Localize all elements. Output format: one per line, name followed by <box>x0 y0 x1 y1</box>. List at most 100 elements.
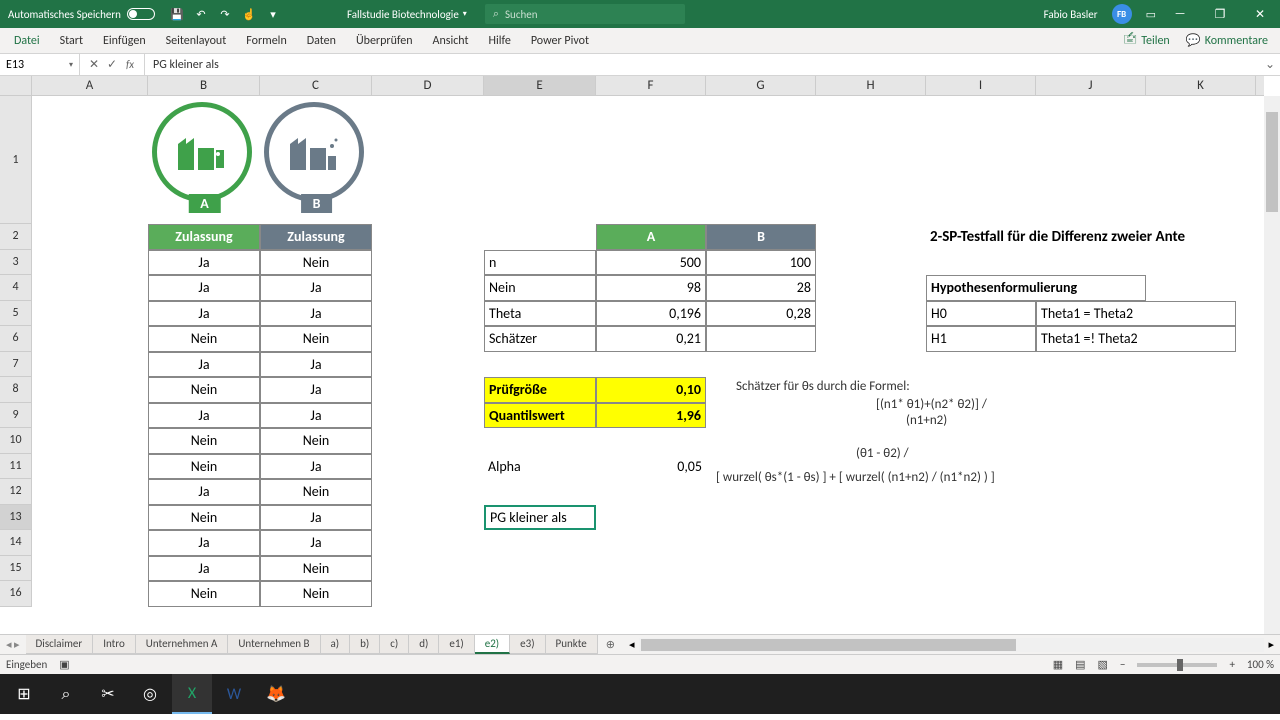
scroll-left-icon[interactable]: ◂ <box>629 638 635 651</box>
table-row[interactable]: Nein <box>148 581 260 607</box>
val[interactable]: 28 <box>706 275 816 301</box>
sheet-tab-e1[interactable]: e1) <box>439 635 474 654</box>
horizontal-scrollbar[interactable] <box>639 638 1265 652</box>
autosave-toggle[interactable]: Automatisches Speichern <box>0 8 163 21</box>
table-row[interactable]: Nein <box>148 505 260 531</box>
h0-val[interactable]: Theta1 = Theta2 <box>1036 301 1236 327</box>
zoom-slider[interactable] <box>1137 663 1217 667</box>
val[interactable]: 0,28 <box>706 301 816 327</box>
share-button[interactable]: 🖆 Teilen <box>1115 28 1178 53</box>
label-schaetzer[interactable]: Schätzer <box>484 326 596 352</box>
search-icon[interactable]: ⌕ <box>46 674 86 714</box>
table-row[interactable]: Nein <box>260 581 372 607</box>
view-normal-icon[interactable]: ▦ <box>1053 658 1063 671</box>
val[interactable]: 500 <box>596 250 706 276</box>
avatar[interactable]: FB <box>1112 4 1132 24</box>
val[interactable]: 1,96 <box>596 403 706 429</box>
table-row[interactable]: Ja <box>148 352 260 378</box>
table-row[interactable]: Ja <box>260 377 372 403</box>
tab-formeln[interactable]: Formeln <box>236 30 296 52</box>
table-row[interactable]: Ja <box>260 352 372 378</box>
row-header-15[interactable]: 15 <box>0 556 31 582</box>
user-name[interactable]: Fabio Basler <box>1044 8 1098 21</box>
stats-header-b[interactable]: B <box>706 224 816 250</box>
obs-icon[interactable]: ◎ <box>130 674 170 714</box>
table-row[interactable]: Nein <box>260 250 372 276</box>
val[interactable]: 0,196 <box>596 301 706 327</box>
tab-daten[interactable]: Daten <box>297 30 346 52</box>
val[interactable]: 100 <box>706 250 816 276</box>
maximize-button[interactable]: ❐ <box>1200 0 1240 28</box>
tab-hilfe[interactable]: Hilfe <box>479 30 521 52</box>
select-all-corner[interactable] <box>0 76 32 96</box>
table-row[interactable]: Ja <box>260 505 372 531</box>
val[interactable] <box>706 326 816 352</box>
table-row[interactable]: Ja <box>148 479 260 505</box>
table-row[interactable]: Ja <box>260 275 372 301</box>
row-header-14[interactable]: 14 <box>0 530 31 556</box>
touch-mode-icon[interactable]: ☝ <box>241 6 257 22</box>
row-header-8[interactable]: 8 <box>0 377 31 403</box>
snip-icon[interactable]: ✂ <box>88 674 128 714</box>
column-header-K[interactable]: K <box>1146 76 1256 95</box>
tab-powerpivot[interactable]: Power Pivot <box>521 30 599 52</box>
start-button[interactable]: ⊞ <box>4 674 44 714</box>
val[interactable]: 0,05 <box>596 454 706 480</box>
active-cell[interactable]: PG kleiner als <box>484 505 596 531</box>
zulassung-header-a[interactable]: Zulassung <box>148 224 260 250</box>
table-row[interactable]: Ja <box>148 403 260 429</box>
h1-val[interactable]: Theta1 =! Theta2 <box>1036 326 1236 352</box>
table-row[interactable]: Nein <box>148 428 260 454</box>
test-title[interactable]: 2-SP-Testfall für die Differenz zweier A… <box>926 224 1280 250</box>
table-row[interactable]: Ja <box>260 403 372 429</box>
column-header-F[interactable]: F <box>596 76 706 95</box>
add-sheet-button[interactable]: ⊕ <box>598 638 623 651</box>
label-nein[interactable]: Nein <box>484 275 596 301</box>
excel-icon[interactable]: X <box>172 674 212 714</box>
table-row[interactable]: Nein <box>260 479 372 505</box>
table-row[interactable]: Ja <box>148 275 260 301</box>
column-header-E[interactable]: E <box>484 76 596 95</box>
zulassung-header-b[interactable]: Zulassung <box>260 224 372 250</box>
row-header-5[interactable]: 5 <box>0 301 31 327</box>
toggle-icon[interactable] <box>127 8 155 20</box>
sheet-tab-unternehmenb[interactable]: Unternehmen B <box>228 635 320 654</box>
table-row[interactable]: Nein <box>148 326 260 352</box>
sheet-tab-c[interactable]: c) <box>380 635 409 654</box>
row-header-10[interactable]: 10 <box>0 428 31 454</box>
tab-seitenlayout[interactable]: Seitenlayout <box>156 30 237 52</box>
val[interactable]: 98 <box>596 275 706 301</box>
hyp-header[interactable]: Hypothesenformulierung <box>926 275 1146 301</box>
minimize-button[interactable]: — <box>1160 0 1200 28</box>
word-icon[interactable]: W <box>214 674 254 714</box>
redo-icon[interactable]: ↷ <box>217 6 233 22</box>
row-header-13[interactable]: 13 <box>0 505 31 531</box>
column-header-C[interactable]: C <box>260 76 372 95</box>
table-row[interactable]: Ja <box>148 556 260 582</box>
column-header-I[interactable]: I <box>926 76 1036 95</box>
row-header-6[interactable]: 6 <box>0 326 31 352</box>
sheet-tab-b[interactable]: b) <box>350 635 380 654</box>
vertical-scrollbar[interactable] <box>1264 96 1280 634</box>
scroll-right-icon[interactable]: ▸ <box>1268 638 1274 651</box>
document-title[interactable]: Fallstudie Biotechnologie ▾ <box>347 8 467 21</box>
sheet-tab-disclaimer[interactable]: Disclaimer <box>26 635 94 654</box>
table-row[interactable]: Ja <box>260 454 372 480</box>
table-row[interactable]: Nein <box>148 377 260 403</box>
comments-button[interactable]: 💬 Kommentare <box>1178 31 1276 50</box>
zoom-in-icon[interactable]: + <box>1229 658 1234 671</box>
spreadsheet-grid[interactable]: ABCDEFGHIJK 12345678910111213141516 ABZu… <box>0 76 1280 634</box>
h0-label[interactable]: H0 <box>926 301 1036 327</box>
stats-header-a[interactable]: A <box>596 224 706 250</box>
expand-formula-icon[interactable]: ⌄ <box>1260 57 1280 72</box>
enter-icon[interactable]: ✓ <box>104 57 120 72</box>
table-row[interactable]: Ja <box>260 301 372 327</box>
tab-einfuegen[interactable]: Einfügen <box>93 30 156 52</box>
column-header-A[interactable]: A <box>32 76 148 95</box>
tab-ansicht[interactable]: Ansicht <box>423 30 479 52</box>
undo-icon[interactable]: ↶ <box>193 6 209 22</box>
label-pruefgroesse[interactable]: Prüfgröße <box>484 377 596 403</box>
row-header-12[interactable]: 12 <box>0 479 31 505</box>
column-header-H[interactable]: H <box>816 76 926 95</box>
column-headers[interactable]: ABCDEFGHIJK <box>32 76 1264 96</box>
